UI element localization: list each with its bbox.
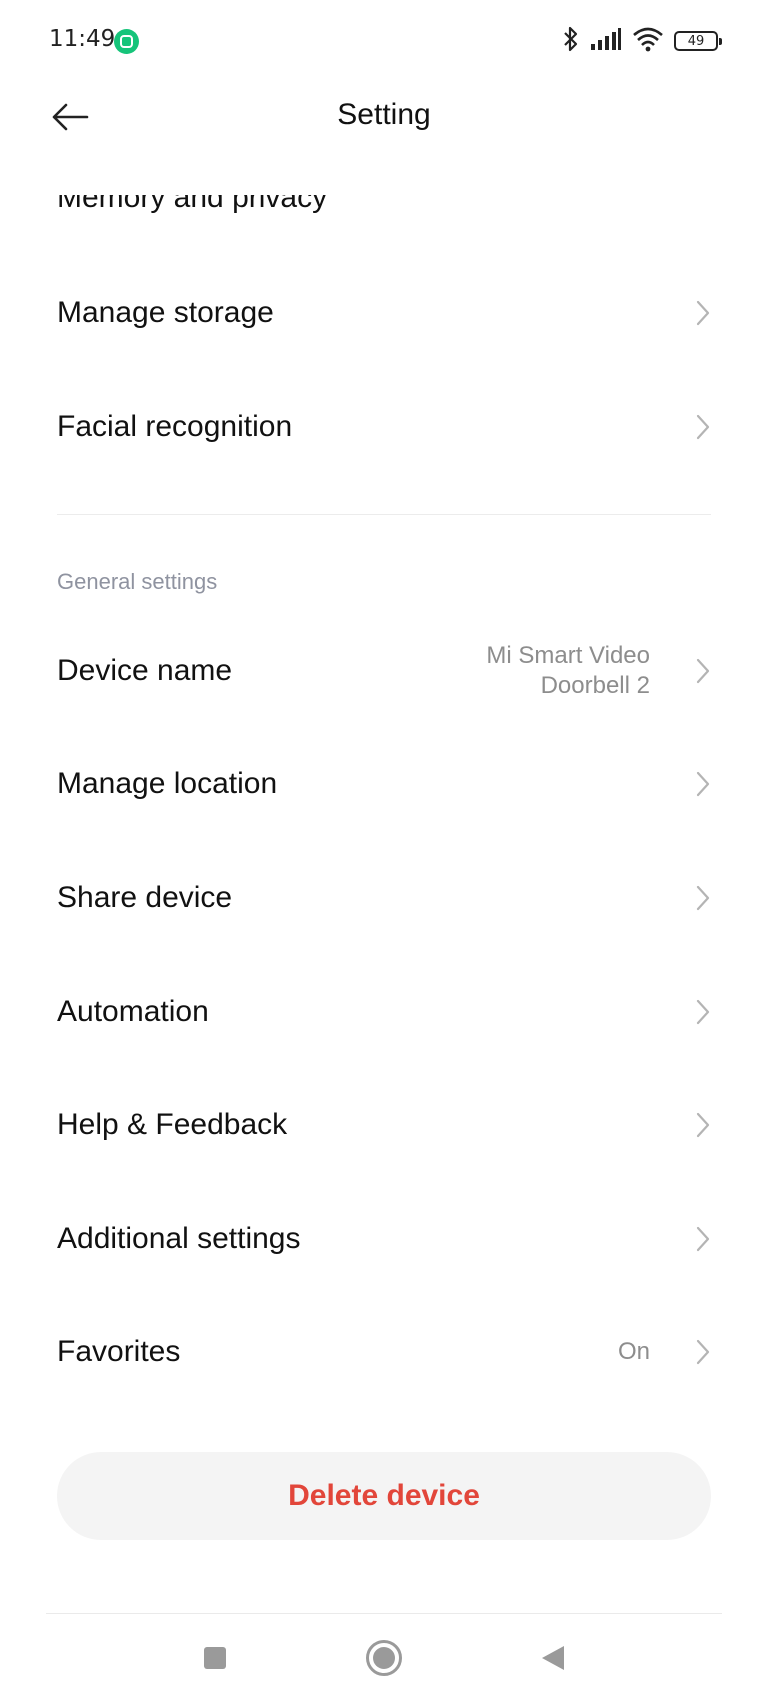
chevron-right-icon xyxy=(694,884,712,912)
recents-button[interactable] xyxy=(187,1632,243,1688)
partial-row: Memory and privacy xyxy=(57,195,357,215)
status-bar: 11:49 49 xyxy=(0,0,768,84)
device-name-value-line1: Mi Smart Video xyxy=(486,642,650,669)
chevron-right-icon xyxy=(694,413,712,441)
status-icons: 49 xyxy=(562,24,722,58)
bluetooth-icon xyxy=(562,25,580,58)
home-circle-icon xyxy=(365,1639,403,1682)
row-label: Manage location xyxy=(57,767,278,800)
partial-row-label: Memory and privacy xyxy=(57,195,328,214)
chevron-right-icon xyxy=(694,1225,712,1253)
home-button[interactable] xyxy=(356,1632,412,1688)
row-label: Additional settings xyxy=(57,1222,301,1255)
help-feedback-row[interactable]: Help & Feedback xyxy=(0,1068,768,1182)
chevron-right-icon xyxy=(694,998,712,1026)
battery-icon: 49 xyxy=(674,31,722,51)
app-badge-icon xyxy=(114,29,139,54)
chevron-right-icon xyxy=(694,1111,712,1139)
row-label: Device name xyxy=(57,654,233,687)
delete-device-button[interactable]: Delete device xyxy=(57,1452,711,1540)
system-nav-bar xyxy=(0,1614,768,1706)
back-nav-button[interactable] xyxy=(525,1632,581,1688)
status-time: 11:49 xyxy=(49,26,116,52)
row-label: Favorites xyxy=(57,1335,181,1368)
manage-location-row[interactable]: Manage location xyxy=(0,727,768,841)
section-divider xyxy=(57,514,711,515)
favorites-value: On xyxy=(617,1338,650,1365)
device-name-value-line2: Doorbell 2 xyxy=(540,672,650,699)
wifi-icon xyxy=(632,26,664,57)
row-label: Manage storage xyxy=(57,296,274,329)
header: Setting xyxy=(0,84,768,152)
automation-row[interactable]: Automation xyxy=(0,955,768,1069)
signal-icon xyxy=(590,27,622,56)
general-settings-header: General settings xyxy=(57,569,218,594)
device-name-row[interactable]: Device name Mi Smart Video Doorbell 2 xyxy=(0,614,768,728)
row-label: Facial recognition xyxy=(57,410,293,443)
favorites-row[interactable]: Favorites On xyxy=(0,1295,768,1409)
back-triangle-icon xyxy=(540,1644,566,1677)
share-device-row[interactable]: Share device xyxy=(0,841,768,955)
device-name-value: Mi Smart Video Doorbell 2 xyxy=(486,641,650,701)
row-label: Help & Feedback xyxy=(57,1108,288,1141)
row-label: Share device xyxy=(57,881,233,914)
facial-recognition-row[interactable]: Facial recognition xyxy=(0,370,768,484)
chevron-right-icon xyxy=(694,657,712,685)
additional-settings-row[interactable]: Additional settings xyxy=(0,1182,768,1296)
chevron-right-icon xyxy=(694,770,712,798)
manage-storage-row[interactable]: Manage storage xyxy=(0,256,768,370)
recents-square-icon xyxy=(203,1646,227,1675)
page-title: Setting xyxy=(337,98,431,131)
row-label: Automation xyxy=(57,995,209,1028)
chevron-right-icon xyxy=(694,1338,712,1366)
chevron-right-icon xyxy=(694,299,712,327)
